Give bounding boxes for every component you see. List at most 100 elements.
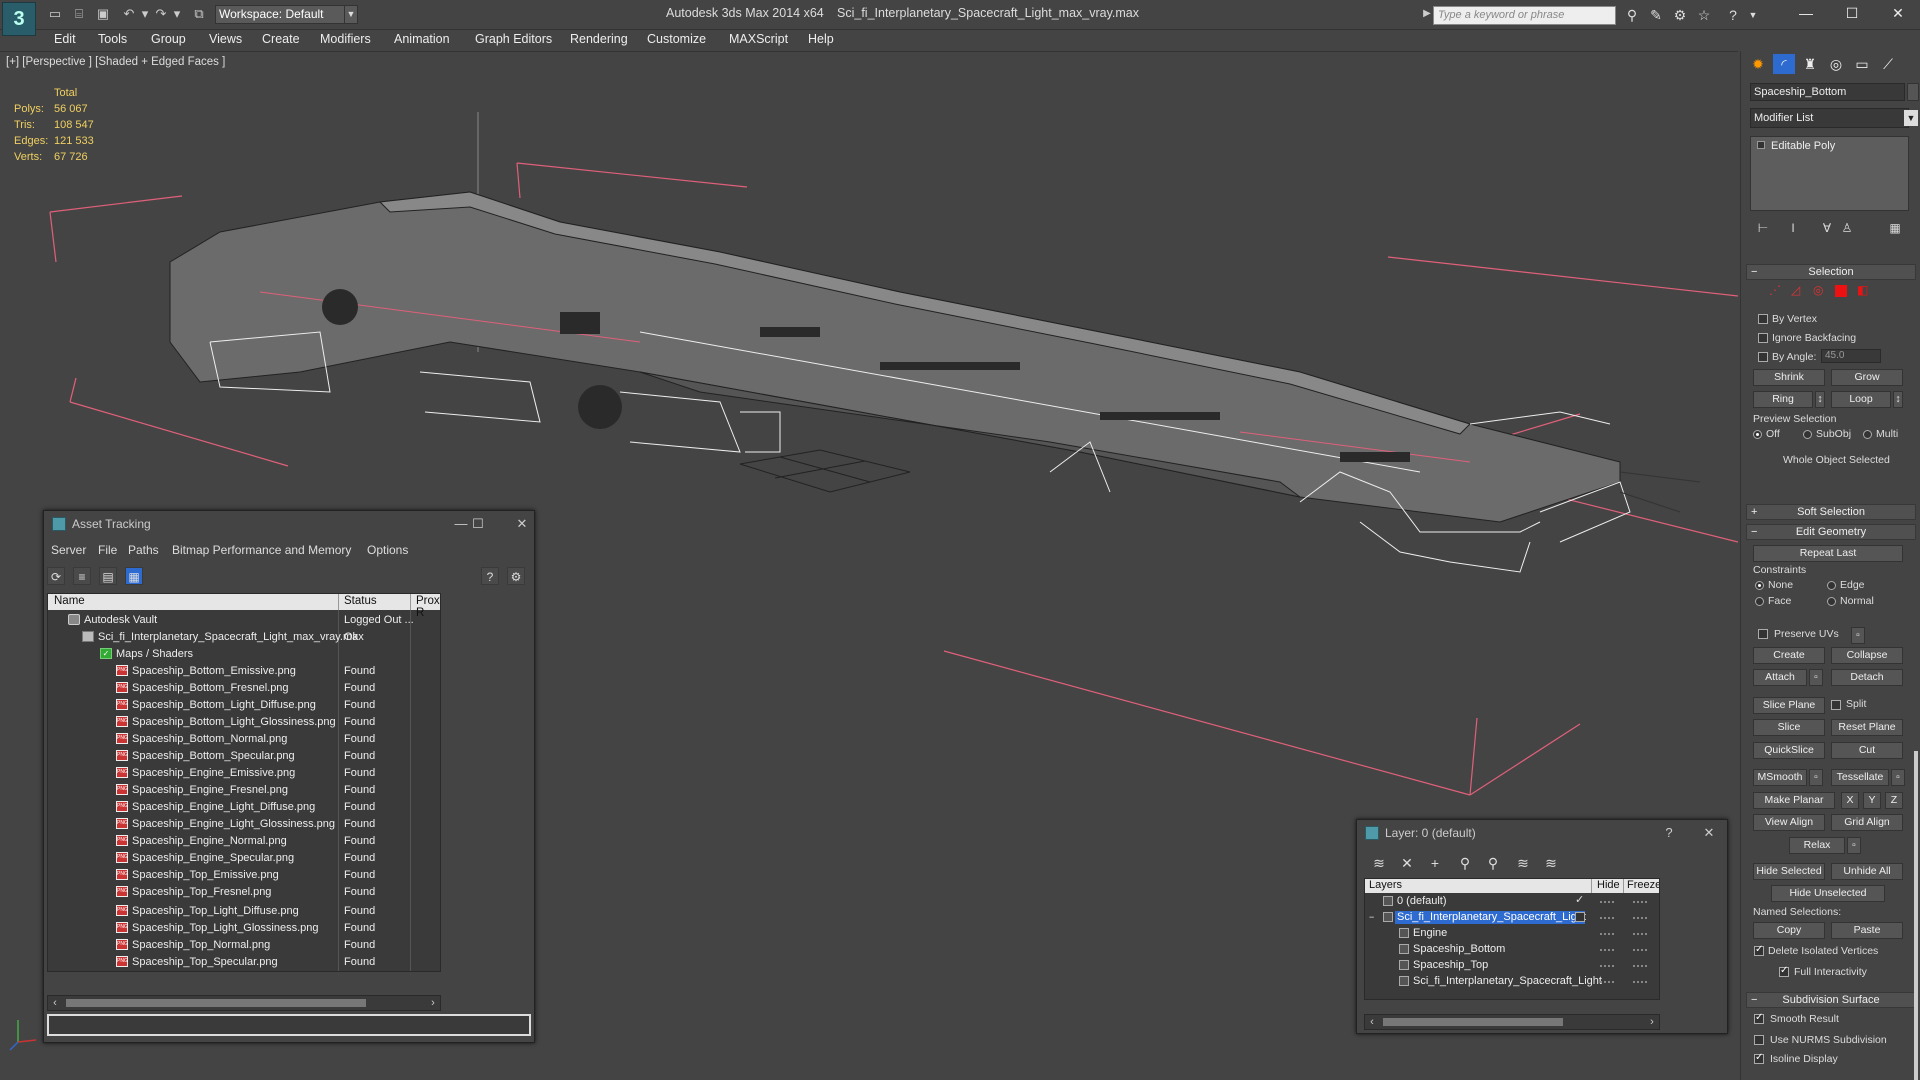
help-icon[interactable]: ? <box>1723 6 1743 24</box>
menu-edit[interactable]: Edit <box>54 32 76 46</box>
table-row[interactable]: Sci_fi_Interplanetary_Spacecraft_Light_m… <box>48 630 440 644</box>
table-row[interactable]: PNG Spaceship_Top_Normal.png Found <box>48 938 440 952</box>
command-panel-scrollbar[interactable] <box>1914 751 1918 1080</box>
column-freeze[interactable]: Freeze <box>1627 879 1659 891</box>
constraint-none-radio[interactable] <box>1755 581 1764 590</box>
ignore-backfacing-checkbox[interactable] <box>1758 333 1768 343</box>
table-row[interactable]: PNG Spaceship_Bottom_Light_Diffuse.png Fou… <box>48 698 440 712</box>
loop-button[interactable]: Loop <box>1831 391 1891 408</box>
constraint-face-radio[interactable] <box>1755 597 1764 606</box>
split-checkbox[interactable] <box>1831 700 1841 710</box>
favorites-star-icon[interactable]: ☆ <box>1694 6 1714 24</box>
object-color-swatch[interactable] <box>1907 83 1919 101</box>
freeze-toggle[interactable] <box>1633 965 1647 967</box>
hide-toggle[interactable] <box>1600 981 1614 983</box>
add-to-layer-icon[interactable]: + <box>1425 854 1445 872</box>
show-end-result-icon[interactable]: Ι <box>1784 219 1802 237</box>
preview-multi-radio[interactable] <box>1863 430 1872 439</box>
collapse-button[interactable]: Collapse <box>1831 647 1903 664</box>
detach-button[interactable]: Detach <box>1831 669 1903 686</box>
menu-group[interactable]: Group <box>151 32 186 46</box>
at-menu-file[interactable]: File <box>98 543 117 557</box>
grow-button[interactable]: Grow <box>1831 369 1903 386</box>
menu-create[interactable]: Create <box>262 32 300 46</box>
maximize-icon[interactable]: ☐ <box>466 513 490 535</box>
delete-layer-icon[interactable]: ✕ <box>1397 854 1417 872</box>
menu-modifiers[interactable]: Modifiers <box>320 32 371 46</box>
layer-row[interactable]: 0 (default) ✓ <box>1365 894 1659 908</box>
loop-spinner[interactable]: ↕ <box>1893 391 1903 408</box>
scroll-left-icon[interactable]: ‹ <box>48 996 62 1010</box>
slice-plane-button[interactable]: Slice Plane <box>1753 697 1825 714</box>
table-row[interactable]: PNG Spaceship_Top_Light_Glossiness.png Fou… <box>48 921 440 935</box>
layer-row[interactable]: Spaceship_Bottom <box>1365 943 1659 956</box>
full-interactivity-checkbox[interactable] <box>1779 965 1789 977</box>
attach-settings-icon[interactable]: ▫ <box>1809 669 1823 686</box>
configure-modifier-sets-icon[interactable]: ▦ <box>1886 219 1904 237</box>
freeze-toggle[interactable] <box>1633 933 1647 935</box>
table-row[interactable]: PNG Spaceship_Engine_Specular.png Found <box>48 851 440 865</box>
scroll-right-icon[interactable]: › <box>426 996 440 1010</box>
scroll-right-icon[interactable]: › <box>1645 1015 1659 1029</box>
set-active-checkbox[interactable] <box>1575 912 1585 922</box>
table-row[interactable]: PNG Spaceship_Bottom_Normal.png Found <box>48 732 440 746</box>
create-layer-icon[interactable]: ≋ <box>1369 854 1389 872</box>
scroll-thumb[interactable] <box>1383 1018 1563 1026</box>
planar-z-button[interactable]: Z <box>1885 792 1903 809</box>
make-unique-icon[interactable]: ∀ <box>1818 219 1836 237</box>
ring-spinner[interactable]: ↕ <box>1815 391 1825 408</box>
column-hide[interactable]: Hide <box>1597 879 1620 891</box>
msmooth-settings-icon[interactable]: ▫ <box>1809 769 1823 786</box>
search-input[interactable]: Type a keyword or phrase <box>1433 6 1616 25</box>
menu-animation[interactable]: Animation <box>394 32 450 46</box>
highlight-layer-icon[interactable]: ⚲ <box>1483 854 1503 872</box>
subdivision-rollout-header[interactable]: − Subdivision Surface <box>1746 992 1916 1008</box>
table-row[interactable]: PNG Spaceship_Bottom_Fresnel.png Found <box>48 681 440 695</box>
preserve-uvs-checkbox[interactable] <box>1758 629 1768 639</box>
paste-button[interactable]: Paste <box>1831 922 1903 939</box>
table-view-icon[interactable]: ▦ <box>125 567 143 585</box>
freeze-toggle[interactable] <box>1633 949 1647 951</box>
binoculars-icon[interactable]: ⚲ <box>1622 6 1642 24</box>
preserve-uvs-settings-icon[interactable]: ▫ <box>1851 627 1865 644</box>
layer-row[interactable]: Sci_fi_Interplanetary_Spacecraft_Light <box>1365 975 1659 988</box>
menu-rendering[interactable]: Rendering <box>570 32 628 46</box>
active-layer-check-icon[interactable]: ✓ <box>1575 894 1584 907</box>
table-row[interactable]: PNG Spaceship_Bottom_Emissive.png Found <box>48 664 440 678</box>
menu-tools[interactable]: Tools <box>98 32 127 46</box>
utilities-tab-icon[interactable]: ⟋ <box>1877 54 1899 74</box>
menu-graph-editors[interactable]: Graph Editors <box>475 32 552 46</box>
communication-icon[interactable]: ⚙ <box>1670 6 1690 24</box>
help-settings-icon[interactable]: ⚙ <box>507 567 525 585</box>
planar-x-button[interactable]: X <box>1841 792 1859 809</box>
soft-selection-rollout-header[interactable]: + Soft Selection <box>1746 504 1916 520</box>
table-row[interactable]: PNG Spaceship_Engine_Fresnel.png Found <box>48 783 440 797</box>
display-tab-icon[interactable]: ▭ <box>1851 54 1873 74</box>
tessellate-settings-icon[interactable]: ▫ <box>1891 769 1905 786</box>
scroll-left-icon[interactable]: ‹ <box>1365 1015 1379 1029</box>
by-angle-checkbox[interactable] <box>1758 352 1768 362</box>
table-row[interactable]: PNG Spaceship_Top_Fresnel.png Found <box>48 885 440 899</box>
detail-view-icon[interactable]: ▤ <box>99 567 117 585</box>
view-align-button[interactable]: View Align <box>1753 814 1825 831</box>
angle-spinner[interactable]: 45.0 <box>1821 349 1881 363</box>
open-file-icon[interactable]: ⌸ <box>70 5 88 23</box>
menu-help[interactable]: Help <box>808 32 834 46</box>
redo-dropdown-icon[interactable]: ▾ <box>168 5 186 23</box>
table-row[interactable]: PNG Spaceship_Top_Light_Diffuse.png Found <box>48 904 440 918</box>
minimize-icon[interactable]: — <box>1783 0 1829 28</box>
workspace-dropdown-arrow[interactable]: ▼ <box>344 5 358 24</box>
smooth-result-checkbox[interactable] <box>1754 1012 1764 1024</box>
subscription-icon[interactable]: ✎ <box>1646 6 1666 24</box>
project-folder-icon[interactable]: ⧉ <box>190 5 208 23</box>
stack-item-editable-poly[interactable]: Editable Poly <box>1757 140 1835 152</box>
asset-path-field[interactable] <box>47 1014 531 1036</box>
tessellate-button[interactable]: Tessellate <box>1831 769 1889 786</box>
at-menu-options[interactable]: Options <box>367 543 408 557</box>
new-file-icon[interactable]: ▭ <box>46 5 64 23</box>
slice-button[interactable]: Slice <box>1753 719 1825 736</box>
element-icon[interactable]: ◧ <box>1857 283 1868 297</box>
polygon-icon[interactable] <box>1835 285 1847 297</box>
table-row[interactable]: ✓ Maps / Shaders <box>48 647 440 661</box>
close-icon[interactable]: ✕ <box>510 513 534 535</box>
